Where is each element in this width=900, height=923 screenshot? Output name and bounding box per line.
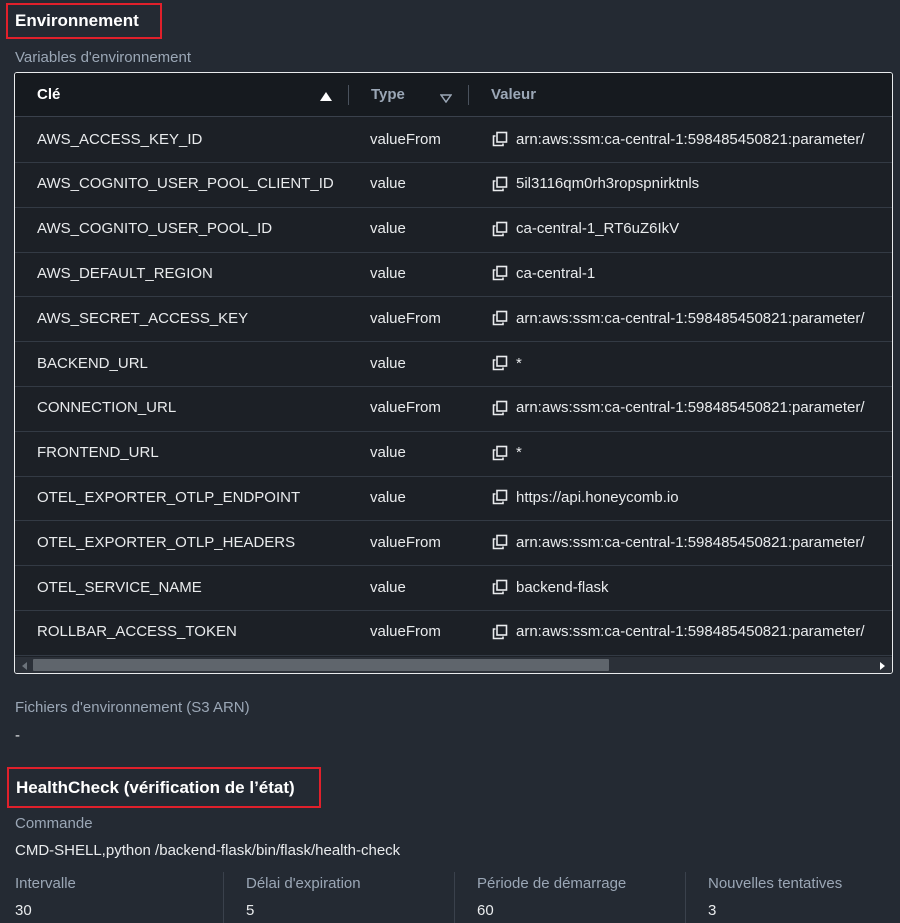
column-header-key[interactable]: Clé [37,73,347,116]
scrollbar-thumb[interactable] [33,659,609,671]
cell-type: valueFrom [370,399,441,417]
cell-key: AWS_COGNITO_USER_POOL_ID [37,220,273,238]
stat-label: Intervalle [15,875,76,892]
cell-value: * [492,341,522,385]
stat-label: Période de démarrage [477,875,627,892]
scroll-left-icon[interactable] [19,659,31,671]
cell-type: value [370,578,406,596]
cell-value: 5il3116qm0rh3ropspnirktnls [492,162,699,206]
copy-icon[interactable] [492,534,508,550]
cell-key: FRONTEND_URL [37,444,159,462]
cell-key: AWS_SECRET_ACCESS_KEY [37,309,249,327]
table-header: Clé Type Valeur [15,73,892,117]
cell-value-text: ca-central-1_RT6uZ6IkV [516,220,680,238]
cell-value-text: ca-central-1 [516,264,596,282]
copy-icon[interactable] [492,131,508,147]
cell-value: arn:aws:ssm:ca-central-1:598485450821:pa… [492,296,865,340]
cell-value: arn:aws:ssm:ca-central-1:598485450821:pa… [492,520,865,564]
cell-type: value [370,354,406,372]
env-variables-label: Variables d'environnement [15,49,192,66]
copy-icon[interactable] [492,265,508,281]
cell-value: arn:aws:ssm:ca-central-1:598485450821:pa… [492,610,865,654]
cell-value: backend-flask [492,565,609,609]
copy-icon[interactable] [492,221,508,237]
copy-icon[interactable] [492,400,508,416]
cell-key: AWS_DEFAULT_REGION [37,264,213,282]
cell-key: OTEL_EXPORTER_OTLP_ENDPOINT [37,488,301,506]
cell-key: OTEL_EXPORTER_OTLP_HEADERS [37,533,296,551]
table-row: BACKEND_URL value * [15,341,892,387]
copy-icon[interactable] [492,355,508,371]
command-label: Commande [15,815,93,832]
stat-value: 30 [15,902,32,919]
cell-value-text: arn:aws:ssm:ca-central-1:598485450821:pa… [516,309,865,327]
stat-value: 60 [477,902,494,919]
cell-type: value [370,220,406,238]
cell-type: value [370,175,406,193]
horizontal-scrollbar[interactable] [15,657,892,673]
cell-value-text: https://api.honeycomb.io [516,488,679,506]
cell-value: arn:aws:ssm:ca-central-1:598485450821:pa… [492,386,865,430]
stat-label: Délai d'expiration [246,875,361,892]
copy-icon[interactable] [492,579,508,595]
cell-type: value [370,444,406,462]
cell-value: * [492,431,522,475]
cell-value-text: arn:aws:ssm:ca-central-1:598485450821:pa… [516,533,865,551]
cell-key: OTEL_SERVICE_NAME [37,578,202,596]
cell-value-text: arn:aws:ssm:ca-central-1:598485450821:pa… [516,399,865,417]
cell-type: valueFrom [370,533,441,551]
sort-unsorted-icon[interactable] [439,90,453,107]
env-files-value: - [15,727,20,744]
table-row: AWS_COGNITO_USER_POOL_ID value ca-central-… [15,207,892,253]
copy-icon[interactable] [492,176,508,192]
column-header-type[interactable]: Type [371,73,466,116]
stat-label: Nouvelles tentatives [708,875,843,892]
cell-value: https://api.honeycomb.io [492,475,679,519]
stat-value: 3 [708,902,717,919]
table-row: AWS_COGNITO_USER_POOL_CLIENT_ID value 5il3… [15,162,892,208]
cell-type: value [370,264,406,282]
cell-value-text: arn:aws:ssm:ca-central-1:598485450821:pa… [516,623,865,641]
table-row: AWS_DEFAULT_REGION value ca-central-1 [15,251,892,298]
column-header-value[interactable]: Valeur [491,73,536,116]
stat-value: 5 [246,902,255,919]
scroll-right-icon[interactable] [876,659,888,671]
copy-icon[interactable] [492,624,508,640]
table-row: CONNECTION_URL valueFrom arn:aws:ssm:ca-ce… [15,386,892,432]
cell-type: value [370,488,406,506]
cell-value: ca-central-1_RT6uZ6IkV [492,207,679,251]
cell-type: valueFrom [370,130,441,148]
cell-value-text: * [516,444,522,462]
cell-key: AWS_ACCESS_KEY_ID [37,130,203,148]
cell-value: arn:aws:ssm:ca-central-1:598485450821:pa… [492,117,865,161]
cell-key: ROLLBAR_ACCESS_TOKEN [37,623,237,641]
table-row: AWS_SECRET_ACCESS_KEY valueFrom arn:aws:ss… [15,296,892,343]
table-row: AWS_ACCESS_KEY_ID valueFrom arn:aws:ssm:ca… [15,117,892,163]
command-value: CMD-SHELL,python /backend-flask/bin/flas… [15,842,401,859]
sort-ascending-icon[interactable] [320,89,332,106]
cell-key: CONNECTION_URL [37,399,177,417]
table-row: FRONTEND_URL value * [15,431,892,477]
cell-type: valueFrom [370,623,441,641]
env-files-label: Fichiers d'environnement (S3 ARN) [15,699,250,716]
cell-value: ca-central-1 [492,251,595,295]
cell-key: AWS_COGNITO_USER_POOL_CLIENT_ID [37,175,334,193]
table-row: OTEL_SERVICE_NAME value backend-flask [15,565,892,611]
table-row: OTEL_EXPORTER_OTLP_ENDPOINT value https://… [15,475,892,522]
environment-title: Environnement [6,3,162,39]
cell-value-text: * [516,354,522,372]
cell-value-text: backend-flask [516,578,609,596]
copy-icon[interactable] [492,310,508,326]
env-variables-table: Clé Type Valeur AWS_ACCESS_KEY_ID valueFr… [14,72,893,674]
cell-key: BACKEND_URL [37,354,148,372]
cell-type: valueFrom [370,309,441,327]
copy-icon[interactable] [492,489,508,505]
copy-icon[interactable] [492,445,508,461]
table-row: ROLLBAR_ACCESS_TOKEN valueFrom arn:aws:ssm… [15,610,892,656]
table-row: OTEL_EXPORTER_OTLP_HEADERS valueFrom arn:a… [15,520,892,567]
cell-value-text: arn:aws:ssm:ca-central-1:598485450821:pa… [516,130,865,148]
healthcheck-title: HealthCheck (vérification de l’état) [7,767,321,808]
cell-value-text: 5il3116qm0rh3ropspnirktnls [516,175,700,193]
